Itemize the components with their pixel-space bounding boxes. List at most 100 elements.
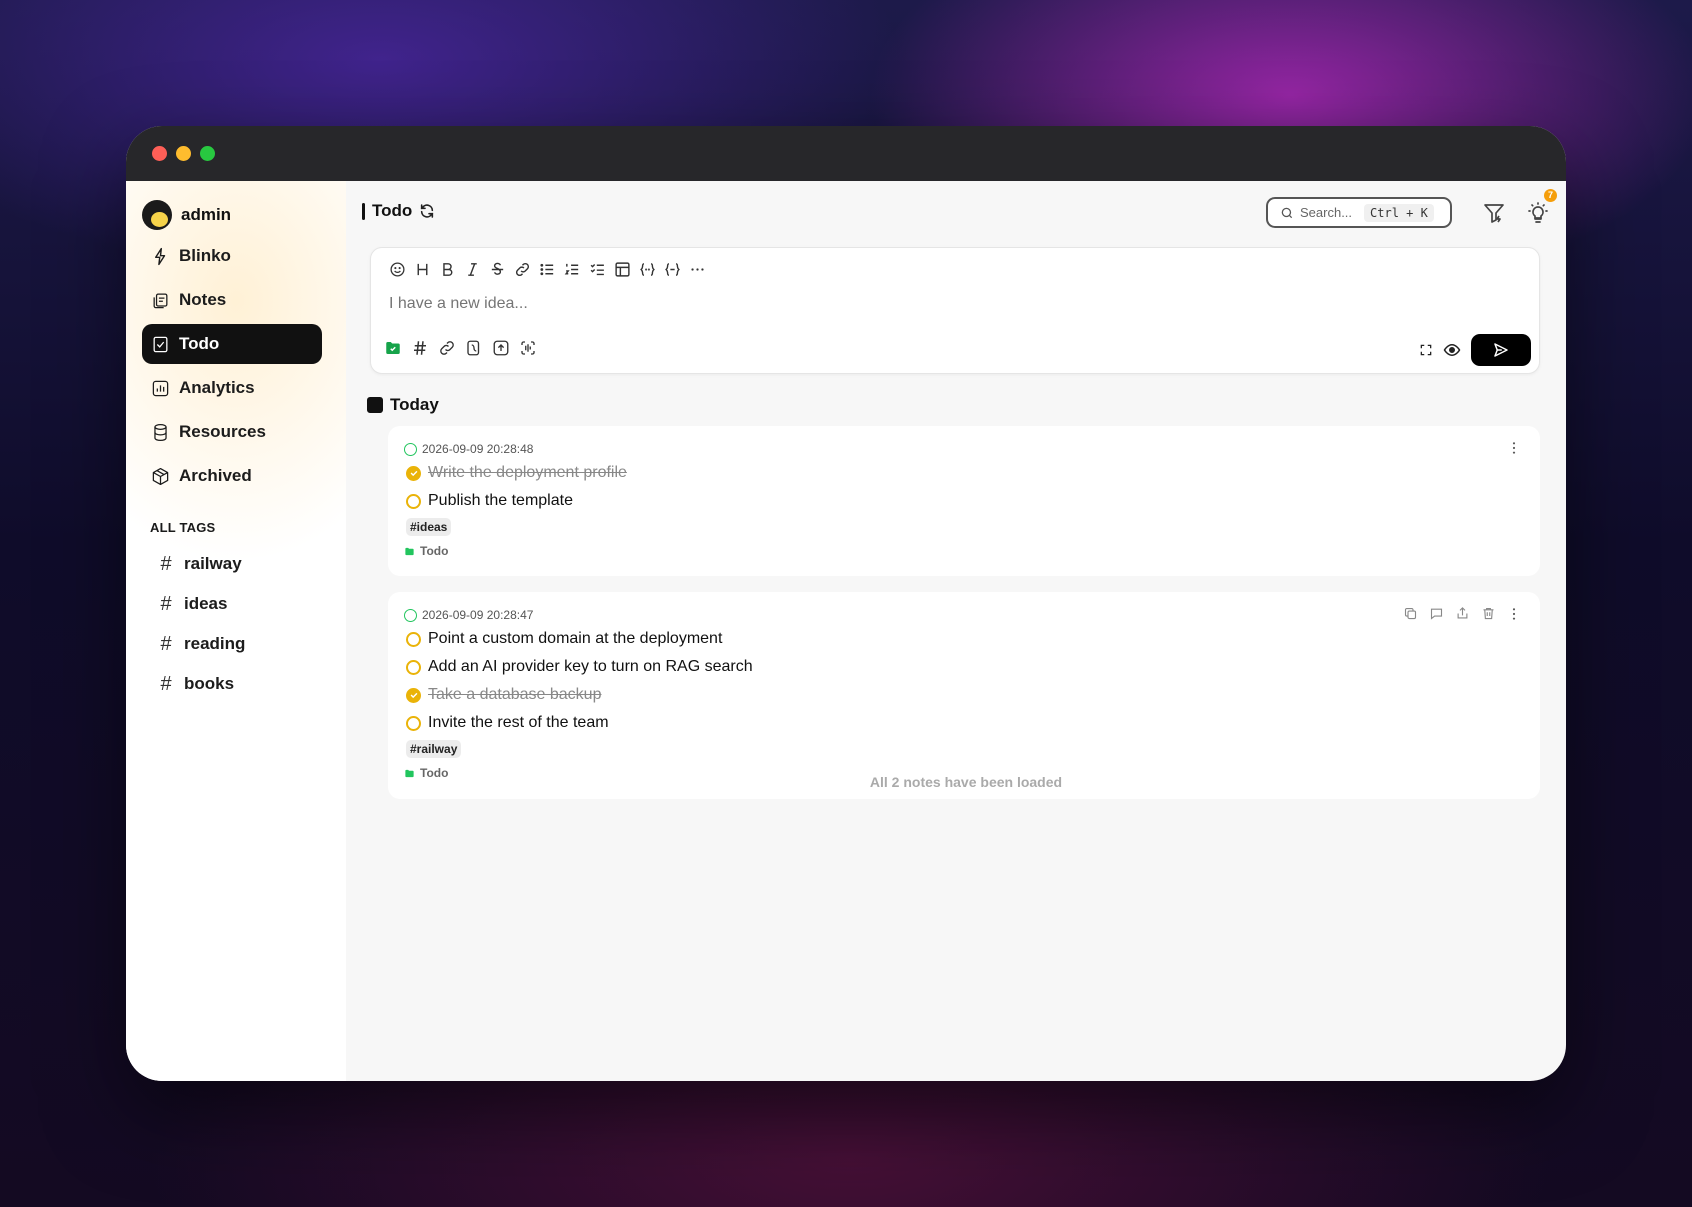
checkbox-icon[interactable] [406, 493, 421, 509]
hash-icon: # [160, 632, 172, 655]
lightbulb-icon[interactable] [1526, 201, 1550, 225]
trash-icon[interactable] [1481, 606, 1496, 621]
title-bar [126, 126, 1566, 181]
sidebar-tag-reading[interactable]: # reading [150, 624, 320, 664]
sidebar-item-resources[interactable]: Resources [142, 412, 322, 452]
avatar [142, 200, 172, 230]
sidebar-item-blinko[interactable]: Blinko [142, 236, 322, 276]
more-vertical-icon[interactable] [1506, 440, 1522, 456]
checklist-icon[interactable] [587, 259, 607, 279]
code-block-icon[interactable] [637, 259, 657, 279]
todo-icon [153, 336, 168, 352]
task-item[interactable]: Take a database backup [406, 686, 601, 704]
main-content: Todo Search... Ctrl + K 7 I have a new i… [346, 181, 1566, 1081]
more-vertical-icon[interactable] [1506, 606, 1522, 622]
share-icon[interactable] [1455, 606, 1470, 621]
numbered-list-icon[interactable] [562, 259, 582, 279]
filter-icon[interactable] [1482, 201, 1506, 225]
editor-actions [383, 338, 538, 358]
more-options-icon[interactable] [687, 259, 707, 279]
eye-icon[interactable] [1443, 341, 1461, 359]
sidebar-tag-books[interactable]: # books [150, 664, 320, 704]
task-item[interactable]: Point a custom domain at the deployment [406, 630, 722, 648]
emoji-icon[interactable] [387, 259, 407, 279]
status-circle-icon [404, 608, 417, 622]
note-date: 2026-09-09 20:28:48 [404, 442, 533, 456]
folder-check-icon[interactable] [383, 338, 403, 358]
note-input[interactable] [389, 295, 1289, 313]
copy-icon[interactable] [1403, 606, 1418, 621]
lightning-icon [155, 247, 166, 265]
hashtag-icon[interactable] [410, 338, 430, 358]
link-icon[interactable] [512, 259, 532, 279]
close-window-button[interactable] [152, 146, 167, 161]
upload-icon[interactable] [491, 338, 511, 358]
editor-toolbar [387, 259, 707, 279]
note-tag[interactable]: #ideas [406, 518, 452, 536]
user-profile[interactable]: admin [142, 200, 231, 230]
user-name: admin [181, 205, 232, 224]
box-icon [152, 467, 169, 485]
strikethrough-icon[interactable] [487, 259, 507, 279]
inline-code-icon[interactable] [662, 259, 682, 279]
search-box[interactable]: Search... Ctrl + K [1266, 197, 1452, 228]
page-title: Todo [372, 201, 413, 220]
heading-icon[interactable] [412, 259, 432, 279]
sidebar-item-label: Todo [179, 334, 220, 353]
tag-label: ideas [184, 594, 228, 613]
bold-icon[interactable] [437, 259, 457, 279]
hash-icon: # [160, 672, 172, 695]
table-icon[interactable] [612, 259, 632, 279]
link-icon[interactable] [437, 338, 457, 358]
folder-icon [405, 547, 414, 555]
tags-section-title: ALL TAGS [150, 520, 216, 535]
checkbox-icon[interactable] [406, 659, 421, 675]
editor-right-actions [1419, 334, 1531, 366]
send-button[interactable] [1471, 334, 1531, 366]
sidebar-item-label: Resources [179, 422, 266, 441]
italic-icon[interactable] [462, 259, 482, 279]
note-card[interactable]: 2026-09-09 20:28:47 Point a custom domai… [388, 592, 1540, 799]
note-timestamp: 2026-09-09 20:28:47 [422, 608, 534, 622]
voice-record-icon[interactable] [518, 338, 538, 358]
search-icon [1281, 207, 1293, 218]
loaded-status: All 2 notes have been loaded [869, 774, 1063, 790]
task-text: Add an AI provider key to turn on RAG se… [428, 658, 753, 675]
task-item[interactable]: Add an AI provider key to turn on RAG se… [406, 658, 753, 676]
bullet-list-icon[interactable] [537, 259, 557, 279]
send-icon [1494, 343, 1508, 357]
sidebar-item-notes[interactable]: Notes [142, 280, 322, 320]
sidebar-item-archived[interactable]: Archived [142, 456, 322, 496]
task-item[interactable]: Publish the template [406, 492, 573, 510]
minimize-window-button[interactable] [176, 146, 191, 161]
tag-list: # railway # ideas # reading # books [150, 544, 320, 704]
sidebar-tag-ideas[interactable]: # ideas [150, 584, 320, 624]
sidebar-item-label: Archived [179, 466, 252, 485]
sidebar-tag-railway[interactable]: # railway [150, 544, 320, 584]
fullscreen-icon[interactable] [1419, 343, 1433, 357]
page-header: Todo [362, 201, 435, 221]
checkbox-checked-icon[interactable] [406, 465, 421, 481]
checkbox-icon[interactable] [406, 715, 421, 731]
task-item[interactable]: Write the deployment profile [406, 464, 627, 482]
checkbox-icon[interactable] [406, 631, 421, 647]
section-marker [367, 397, 383, 413]
folder-label: Todo [420, 544, 449, 558]
sidebar: admin Blinko Notes Todo Analytics Resour… [126, 181, 346, 1081]
refresh-icon[interactable] [419, 203, 435, 219]
sidebar-item-todo[interactable]: Todo [142, 324, 322, 364]
note-card[interactable]: 2026-09-09 20:28:48 Write the deployment… [388, 426, 1540, 576]
comment-icon[interactable] [1429, 606, 1444, 621]
sidebar-nav: Blinko Notes Todo Analytics Resources Ar… [142, 236, 322, 500]
task-item[interactable]: Invite the rest of the team [406, 714, 609, 732]
note-actions [1403, 606, 1496, 621]
ai-writing-icon[interactable] [464, 338, 484, 358]
note-folder[interactable]: Todo [404, 544, 448, 558]
notification-badge: 7 [1544, 189, 1557, 202]
sidebar-item-analytics[interactable]: Analytics [142, 368, 322, 408]
tag-label: reading [184, 634, 246, 653]
checkbox-checked-icon[interactable] [406, 687, 421, 703]
note-tag[interactable]: #railway [406, 740, 462, 758]
maximize-window-button[interactable] [200, 146, 215, 161]
hash-icon: # [160, 592, 172, 615]
